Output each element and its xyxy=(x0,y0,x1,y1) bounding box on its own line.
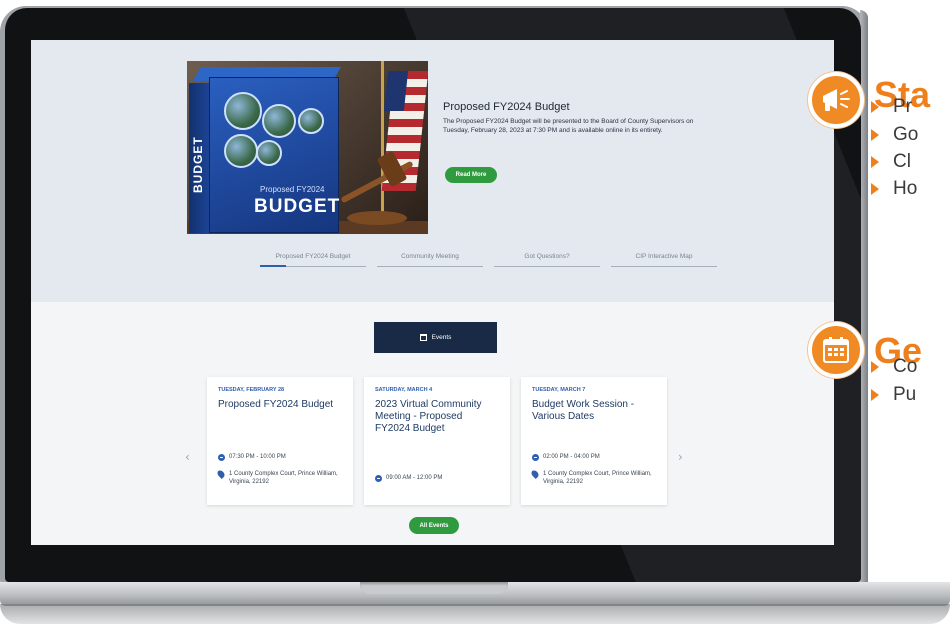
budget-box-front: Proposed FY2024 BUDGET xyxy=(209,77,339,233)
gavel-block xyxy=(347,211,407,225)
panel1-item[interactable]: Pr xyxy=(871,96,912,118)
event-location-row: 1 County Complex Court, Prince William, … xyxy=(216,469,344,486)
box-photo-circle xyxy=(256,140,282,166)
laptop-screen: Proposed FY2024 BUDGET BUDGET Proposed F… xyxy=(31,40,834,545)
hero-description: The Proposed FY2024 Budget will be prese… xyxy=(443,118,694,134)
tab-community-meeting[interactable]: Community Meeting xyxy=(377,253,483,267)
panel2-item-label[interactable]: Pu xyxy=(893,384,916,406)
hero-text: Proposed FY2024 Budget The Proposed FY20… xyxy=(443,101,713,136)
tab-got-questions[interactable]: Got Questions? xyxy=(494,253,600,267)
calendar-icon xyxy=(808,322,864,378)
bullet-triangle-icon xyxy=(871,156,879,168)
events-button[interactable]: Events xyxy=(374,322,497,353)
bullet-triangle-icon xyxy=(871,389,879,401)
event-card[interactable]: SATURDAY, MARCH 4 2023 Virtual Community… xyxy=(364,377,510,505)
event-title[interactable]: Proposed FY2024 Budget xyxy=(218,399,342,411)
clock-icon xyxy=(532,454,539,461)
panel1-item-label[interactable]: Go xyxy=(893,124,918,146)
read-more-button[interactable]: Read More xyxy=(445,167,497,183)
event-time: 07:30 PM - 10:00 PM xyxy=(229,454,286,460)
bullet-triangle-icon xyxy=(871,101,879,113)
bullet-triangle-icon xyxy=(871,183,879,195)
event-date: TUESDAY, MARCH 7 xyxy=(532,387,586,393)
event-card[interactable]: TUESDAY, FEBRUARY 28 Proposed FY2024 Bud… xyxy=(207,377,353,505)
panel1-item-label[interactable]: Ho xyxy=(893,178,917,200)
location-pin-icon xyxy=(216,469,226,479)
event-location: 1 County Complex Court, Prince William, … xyxy=(229,471,338,486)
box-photo-circle xyxy=(262,104,296,138)
megaphone-icon-svg xyxy=(823,89,850,111)
clock-icon xyxy=(375,475,382,482)
megaphone-icon xyxy=(808,72,864,128)
box-photo-circle xyxy=(224,134,258,168)
bullet-triangle-icon xyxy=(871,361,879,373)
event-title[interactable]: 2023 Virtual Community Meeting - Propose… xyxy=(375,399,499,436)
budget-hero-image: Proposed FY2024 BUDGET BUDGET xyxy=(187,61,428,234)
event-time-row: 02:00 PM - 04:00 PM xyxy=(532,453,600,461)
next-arrow-icon[interactable]: › xyxy=(678,450,683,464)
event-time: 09:00 AM - 12:00 PM xyxy=(386,475,443,481)
event-time: 02:00 PM - 04:00 PM xyxy=(543,454,600,460)
event-time-row: 07:30 PM - 10:00 PM xyxy=(218,453,286,461)
events-section: Events ‹ › TUESDAY, FEBRUARY 28 Proposed… xyxy=(31,302,834,545)
bullet-triangle-icon xyxy=(871,129,879,141)
box-photo-circle xyxy=(298,108,324,134)
event-date: TUESDAY, FEBRUARY 28 xyxy=(218,387,285,393)
panel1-item-label[interactable]: Pr xyxy=(893,96,912,118)
event-date: SATURDAY, MARCH 4 xyxy=(375,387,433,393)
prev-arrow-icon[interactable]: ‹ xyxy=(185,450,190,464)
box-photo-circle xyxy=(224,92,262,130)
flag-pole xyxy=(381,61,384,234)
clock-icon xyxy=(218,454,225,461)
events-button-label: Events xyxy=(431,334,452,341)
tab-cip-map[interactable]: CIP Interactive Map xyxy=(611,253,717,267)
flag-canton xyxy=(383,71,409,111)
box-subtitle: Proposed FY2024 xyxy=(260,185,325,194)
box-title: BUDGET xyxy=(254,196,341,217)
event-location-row: 1 County Complex Court, Prince William, … xyxy=(530,469,658,486)
hero-section: Proposed FY2024 BUDGET BUDGET Proposed F… xyxy=(31,40,834,302)
location-pin-icon xyxy=(530,469,540,479)
panel1-item[interactable]: Go xyxy=(871,124,918,146)
panel1-item[interactable]: Cl xyxy=(871,151,911,173)
event-card[interactable]: TUESDAY, MARCH 7 Budget Work Session - V… xyxy=(521,377,667,505)
all-events-button[interactable]: All Events xyxy=(409,517,459,534)
calendar-icon xyxy=(419,334,427,341)
hero-tabs: Proposed FY2024 Budget Community Meeting… xyxy=(260,253,728,267)
event-location: 1 County Complex Court, Prince William, … xyxy=(543,471,652,486)
panel1-item-label[interactable]: Cl xyxy=(893,151,911,173)
box-spine-title: BUDGET xyxy=(191,136,205,193)
event-time-row: 09:00 AM - 12:00 PM xyxy=(375,474,442,482)
hero-title: Proposed FY2024 Budget xyxy=(443,101,570,113)
panel2-item[interactable]: Pu xyxy=(871,384,916,406)
tab-proposed-budget[interactable]: Proposed FY2024 Budget xyxy=(260,253,366,267)
calendar-icon-svg xyxy=(823,337,849,363)
laptop-notch xyxy=(360,582,508,594)
laptop-base-shadow xyxy=(0,604,950,624)
panel2-item[interactable]: Co xyxy=(871,356,917,378)
panel1-item[interactable]: Ho xyxy=(871,178,917,200)
panel2-item-label[interactable]: Co xyxy=(893,356,917,378)
event-title[interactable]: Budget Work Session - Various Dates xyxy=(532,399,656,423)
stage: Proposed FY2024 BUDGET BUDGET Proposed F… xyxy=(0,0,950,634)
